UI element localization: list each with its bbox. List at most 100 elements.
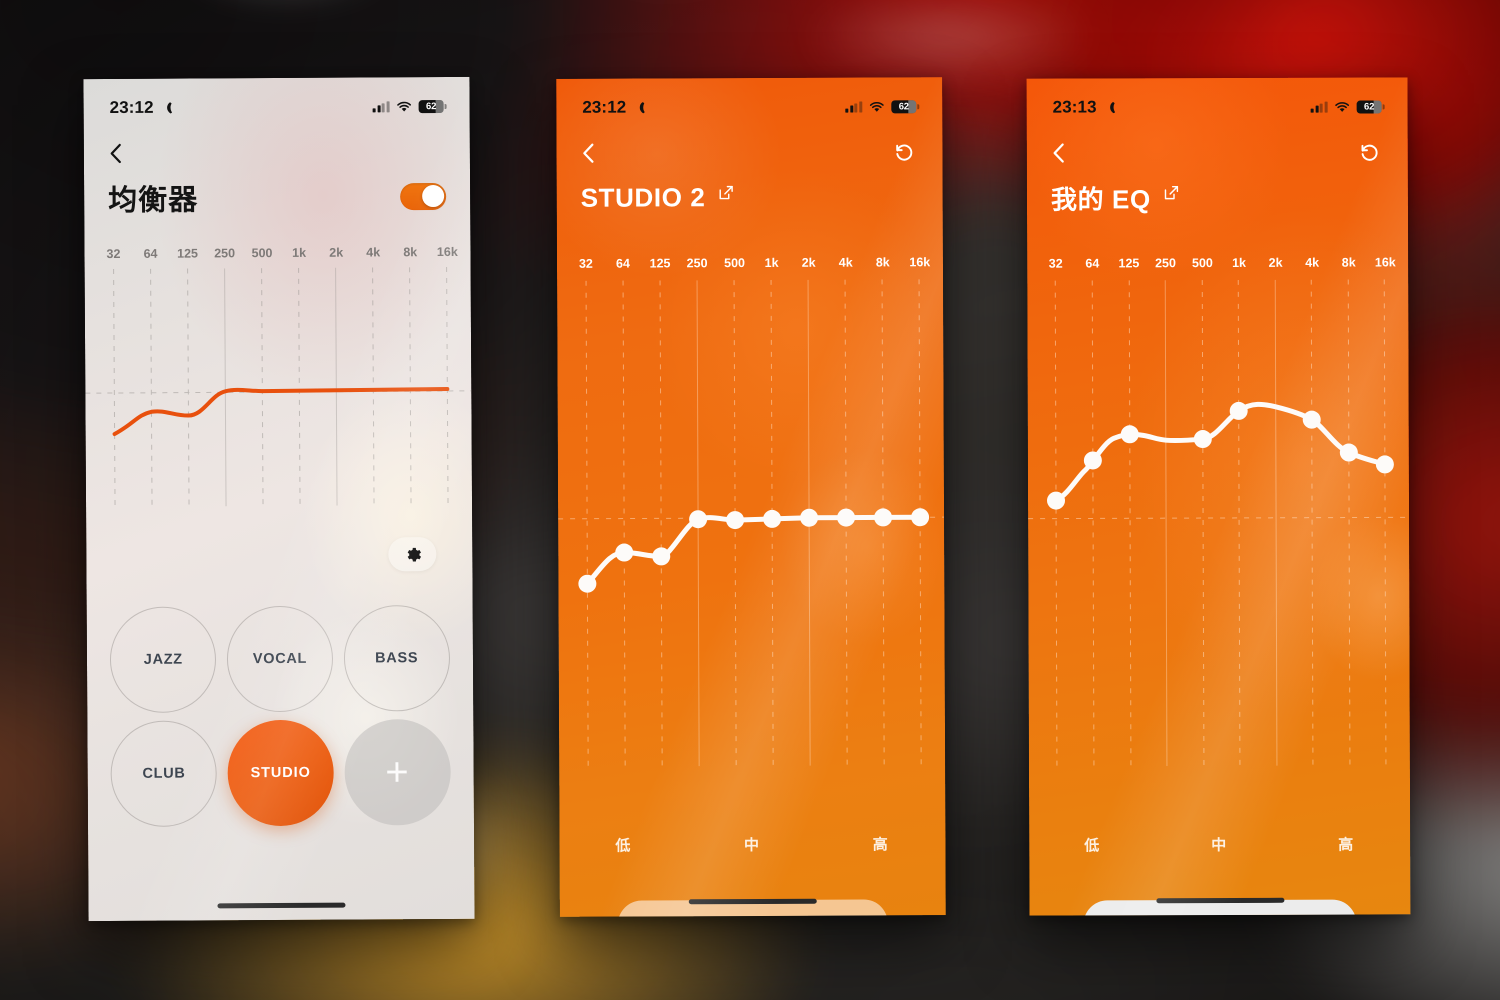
freq-label: 32 [106,246,121,262]
eq-chart-3[interactable]: 32 64 125 250 500 1k 2k 4k 8k 16k [1027,255,1410,767]
eq-chart-1[interactable]: 32 64 125 250 500 1k 2k 4k 8k 16k [84,245,472,508]
back-button[interactable] [580,138,608,168]
reset-button[interactable] [1354,136,1384,166]
preset-bass[interactable]: BASS [343,604,450,712]
eq-settings-button[interactable] [388,537,437,572]
preset-label: JAZZ [143,651,183,668]
preset-label: STUDIO [250,764,311,782]
freq-label: 8k [403,245,418,260]
home-indicator [1155,897,1284,904]
freq-label: 8k [1341,255,1356,270]
freq-label: 16k [1374,255,1396,270]
freq-label: 1k [764,255,779,270]
battery-icon: 62 [418,99,444,113]
freq-label: 125 [1118,256,1140,271]
preset-jazz[interactable]: JAZZ [109,606,217,714]
edit-pencil-icon[interactable] [717,184,734,201]
cellular-signal-icon [372,100,390,112]
reset-undo-icon [895,144,912,161]
phone-screen-equalizer-home: 23:12 62 均衡器 32 64 125 250 500 1k 2k 4k … [83,76,475,922]
range-label-mid: 中 [743,836,762,855]
page-header: 均衡器 [108,173,447,221]
home-indicator [688,898,817,905]
freq-label: 1k [1232,255,1246,270]
eq-frequency-labels: 32 64 125 250 500 1k 2k 4k 8k 16k [1027,255,1408,274]
freq-label: 16k [436,244,458,260]
eq-plot-area[interactable] [557,279,945,767]
freq-label: 64 [615,256,630,271]
preset-club[interactable]: CLUB [110,720,218,828]
range-label-mid: 中 [1211,836,1229,855]
page-title: 我的 EQ [1050,183,1151,215]
freq-label: 250 [214,246,236,261]
toggle-knob [421,184,444,208]
page-title: 均衡器 [108,184,199,218]
add-preset-button[interactable]: + [344,718,451,826]
back-button[interactable] [108,138,136,168]
preset-label: VOCAL [252,650,308,668]
freq-label: 500 [724,256,745,271]
freq-label: 64 [1085,256,1100,271]
battery-level: 62 [898,100,909,112]
preset-vocal[interactable]: VOCAL [226,605,334,713]
moon-icon [1104,101,1117,114]
eq-chart-2[interactable]: 32 64 125 250 500 1k 2k 4k 8k 16k [557,255,945,767]
reset-undo-icon [1361,144,1378,161]
cellular-signal-icon [1310,101,1328,113]
nav-bar [556,129,942,175]
freq-label: 4k [1305,255,1320,270]
range-label-low: 低 [615,837,633,855]
freq-label: 4k [366,245,381,260]
nav-bar [84,129,470,175]
eq-plot-area[interactable] [1027,279,1410,767]
status-time: 23:13 [1052,97,1097,117]
preset-studio[interactable]: STUDIO [227,719,334,827]
back-button[interactable] [1051,137,1079,167]
status-time: 23:12 [109,97,154,118]
wifi-icon [869,101,884,112]
status-bar: 23:13 62 [1027,93,1408,120]
gear-icon [407,547,421,561]
home-indicator [217,902,346,909]
page-header: STUDIO 2 [581,173,919,220]
freq-label: 4k [838,255,853,270]
eq-frequency-labels: 32 64 125 250 500 1k 2k 4k 8k 16k [557,255,943,275]
wifi-icon [397,101,412,112]
freq-label: 250 [1155,256,1176,271]
eq-plot-area[interactable] [85,266,472,508]
nav-bar [1027,129,1408,174]
moon-icon [633,101,646,114]
eq-frequency-labels: 32 64 125 250 500 1k 2k 4k 8k 16k [84,245,470,265]
freq-label: 250 [686,256,708,271]
status-bar: 23:12 62 [556,93,942,121]
phone-screen-my-eq: 23:13 62 我的 EQ 32 64 125 250 500 1k 2k 4… [1026,77,1411,916]
edit-pencil-icon[interactable] [1163,184,1180,201]
freq-label: 500 [1191,256,1213,271]
reset-button[interactable] [888,136,918,166]
battery-level: 62 [425,100,437,112]
status-bar: 23:12 62 [84,93,470,121]
preset-grid: JAZZ VOCAL BASS CLUB STUDIO + [109,604,452,828]
chevron-left-icon [583,143,594,163]
freq-label: 2k [329,245,344,260]
freq-label: 8k [875,255,890,270]
freq-label: 2k [801,255,816,270]
status-time: 23:12 [582,97,627,117]
freq-label: 16k [909,255,931,270]
cellular-signal-icon [845,101,863,113]
equalizer-toggle[interactable] [400,182,447,210]
freq-label: 500 [251,246,273,261]
preset-label: CLUB [142,765,186,782]
page-header: 我的 EQ [1051,173,1384,220]
chevron-left-icon [110,143,121,163]
freq-label: 125 [177,246,199,261]
range-label-low: 低 [1084,837,1102,855]
phone-screen-studio-2: 23:12 62 STUDIO 2 32 64 125 250 500 1k 2… [556,77,946,917]
page-title: STUDIO 2 [580,181,706,213]
plus-icon: + [385,750,410,795]
freq-label: 2k [1268,255,1283,270]
freq-label: 32 [1048,256,1063,271]
freq-label: 32 [578,256,593,271]
wifi-icon [1335,101,1350,112]
battery-icon: 62 [891,99,917,113]
